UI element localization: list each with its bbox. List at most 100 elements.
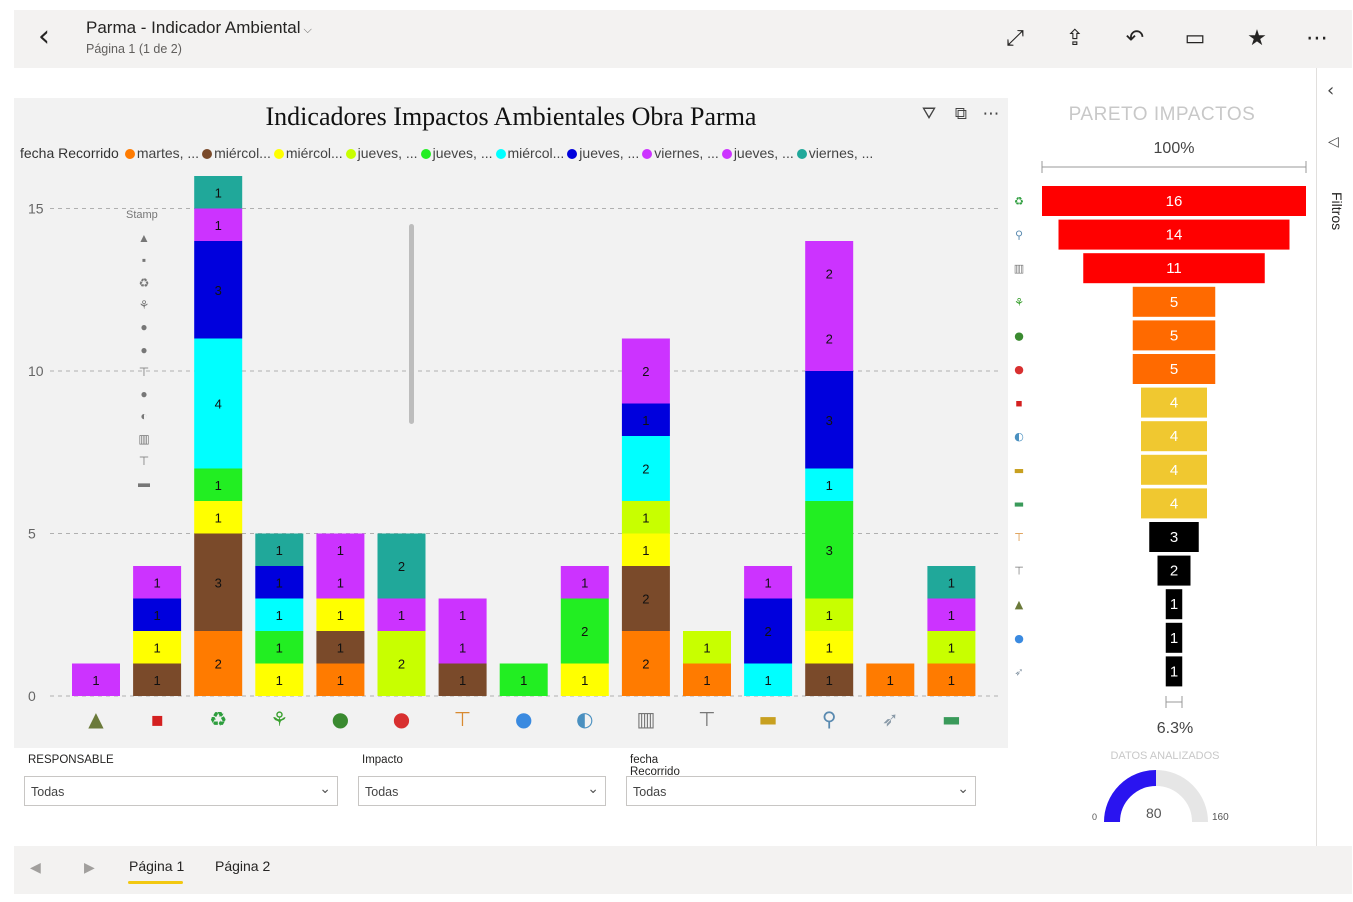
funnel-category-icon: ⊤ <box>1014 531 1024 544</box>
funnel-value-label: 2 <box>1170 563 1178 580</box>
report-viewer: ‹ Parma - Indicador Ambiental ⌵ Página 1 … <box>0 0 1353 902</box>
funnel-value-label: 1 <box>1170 630 1178 647</box>
bar-value-label: 1 <box>276 575 283 590</box>
bar-value-label: 1 <box>642 510 649 525</box>
sprout-icon: ⚘ <box>270 707 288 731</box>
bar-value-label: 1 <box>153 575 160 590</box>
bar-value-label: 2 <box>642 462 649 477</box>
funnel-value-label: 4 <box>1170 495 1178 512</box>
funnel-value-label: 16 <box>1166 193 1183 210</box>
bar-value-label: 1 <box>642 413 649 428</box>
funnel-value-label: 14 <box>1166 227 1183 244</box>
report-title-dropdown[interactable]: Parma - Indicador Ambiental ⌵ <box>86 18 312 38</box>
slicer-label: fecha Recorrido <box>630 754 680 778</box>
slicer-label: Impacto <box>362 754 403 766</box>
tab-pagina-1[interactable]: Página 1 <box>129 858 184 874</box>
funnel-value-label: 4 <box>1170 395 1178 412</box>
bar-value-label: 1 <box>948 673 955 688</box>
filters-label[interactable]: Filtros <box>1329 192 1345 230</box>
funnel-category-icon: ▬ <box>1014 497 1024 510</box>
funnel-category-icon: ▪ <box>1015 397 1022 410</box>
bar-value-label: 1 <box>215 185 222 200</box>
trash-can-icon: ▥ <box>138 431 150 446</box>
bar-value-label: 1 <box>153 608 160 623</box>
chevron-down-icon: ⌄ <box>587 781 599 797</box>
bag-icon: ● <box>140 342 148 357</box>
funnel-category-icon: ● <box>1014 363 1024 376</box>
bar-value-label: 1 <box>92 673 99 688</box>
bar-value-label: 1 <box>215 478 222 493</box>
prev-page-icon[interactable]: ◀ <box>30 860 41 876</box>
report-title: Parma - Indicador Ambiental <box>86 18 301 37</box>
funnel-category-icon: ⚲ <box>1015 229 1023 242</box>
funnel-value-label: 5 <box>1170 327 1178 344</box>
back-icon[interactable]: ‹ <box>38 22 66 54</box>
bucket-icon: ▪ <box>141 253 147 268</box>
bar-value-label: 1 <box>276 608 283 623</box>
tree-icon: ● <box>332 707 349 731</box>
scrollbar-thumb[interactable] <box>409 224 414 424</box>
bucket-icon: ▪ <box>150 707 164 731</box>
bar-value-label: 1 <box>153 640 160 655</box>
road-icon: ▬ <box>942 707 961 731</box>
bar-value-label: 1 <box>276 543 283 558</box>
bar-value-label: 1 <box>398 608 405 623</box>
bar-value-label: 2 <box>642 364 649 379</box>
funnel-value-label: 1 <box>1170 663 1178 680</box>
bar-value-label: 1 <box>826 608 833 623</box>
water-drop-icon: ● <box>140 387 148 402</box>
bar-value-label: 1 <box>520 673 527 688</box>
bar-value-label: 1 <box>337 640 344 655</box>
bar-value-label: 1 <box>826 478 833 493</box>
funnel-value-label: 5 <box>1170 361 1178 378</box>
pareto-funnel[interactable]: 16 ♻ 14 ⚲ 11 ▥ 5 ⚘ 5 ● 5 ● 4 ▪ 4 ◐ 4 ▬ 4 ▬ 3 ⊤ 2 ⊤ 1 ▲ 1 ● 1 ➶ <box>1000 0 1316 720</box>
bar-value-label: 2 <box>581 624 588 639</box>
bar-value-label: 1 <box>826 640 833 655</box>
sign-icon: ⊤ <box>138 454 150 468</box>
bar-value-label: 4 <box>215 397 222 412</box>
bar-value-label: 2 <box>398 559 405 574</box>
bar-value-label: 1 <box>581 673 588 688</box>
fecha-recorrido-dropdown[interactable]: Todas ⌄ <box>626 776 976 806</box>
bar-value-label: 1 <box>826 673 833 688</box>
bar-value-label: 2 <box>642 657 649 672</box>
page-info: Página 1 (1 de 2) <box>86 42 182 56</box>
funnel-value-label: 5 <box>1170 294 1178 311</box>
bar-value-label: 2 <box>826 332 833 347</box>
stacked-bar-visual[interactable]: Indicadores Impactos Ambientales Obra Pa… <box>14 98 1008 748</box>
slicer-value: Todas <box>365 785 399 799</box>
bar-value-label: 1 <box>215 510 222 525</box>
mountain-icon: ▲ <box>138 231 150 245</box>
funnel-value-label: 11 <box>1166 260 1182 277</box>
impacto-dropdown[interactable]: Todas ⌄ <box>358 776 606 806</box>
funnel-category-icon: ▲ <box>1015 598 1024 611</box>
funnel-value-label: 4 <box>1170 462 1178 479</box>
sign-icon: ⊤ <box>698 707 715 731</box>
stamp-legend-panel: Stamp ▲ ▪ ♻ ⚘ ● ● ⊤ ● ◐ ▥ ⊤ ▬ <box>122 206 166 501</box>
barrier-icon: ▬ <box>759 707 778 731</box>
bar-value-label: 3 <box>826 413 833 428</box>
funnel-category-icon: ▥ <box>1014 262 1024 275</box>
funnel-category-icon: ▬ <box>1014 464 1024 477</box>
sprout-icon: ⚘ <box>138 297 150 312</box>
earth-icon: ◐ <box>140 409 148 424</box>
bar-value-label: 1 <box>215 218 222 233</box>
responsable-dropdown[interactable]: Todas ⌄ <box>24 776 338 806</box>
next-page-icon[interactable]: ▶ <box>84 860 95 876</box>
bag-icon: ● <box>393 707 410 731</box>
hose-icon: ➶ <box>882 707 899 731</box>
chevron-down-icon: ⌄ <box>957 781 969 797</box>
bar-value-label: 1 <box>337 608 344 623</box>
bar-value-label: 1 <box>581 575 588 590</box>
tab-pagina-2[interactable]: Página 2 <box>215 858 270 874</box>
scrollbar[interactable] <box>409 216 414 486</box>
y-tick-label: 5 <box>28 526 36 542</box>
bar-value-label: 1 <box>642 543 649 558</box>
filter-funnel-icon[interactable]: ◁ <box>1328 134 1339 150</box>
water-drop-icon: ● <box>515 707 532 731</box>
bar-value-label: 2 <box>398 657 405 672</box>
bar-value-label: 1 <box>948 575 955 590</box>
bar-value-label: 1 <box>337 673 344 688</box>
collapse-chevron-icon[interactable]: ‹ <box>1327 80 1334 101</box>
page-navigation: ◀ ▶ Página 1 Página 2 <box>14 846 1352 894</box>
